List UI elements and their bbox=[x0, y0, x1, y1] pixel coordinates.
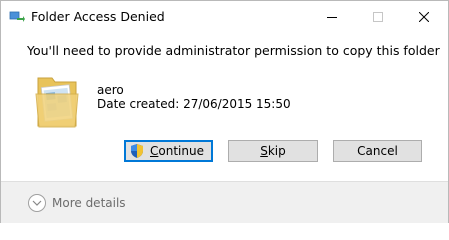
continue-label-rest: ontinue bbox=[158, 144, 204, 158]
dialog-window: Folder Access Denied You'll need to prov… bbox=[0, 0, 449, 223]
dialog-footer: More details bbox=[1, 181, 448, 223]
close-icon bbox=[419, 11, 429, 22]
dialog-heading: You'll need to provide administrator per… bbox=[27, 43, 440, 58]
more-details-circle bbox=[28, 194, 46, 212]
cancel-button[interactable]: Cancel bbox=[333, 140, 422, 162]
minimize-button[interactable] bbox=[309, 1, 355, 32]
item-name: aero bbox=[97, 83, 124, 97]
item-date-created: Date created: 27/06/2015 15:50 bbox=[97, 97, 291, 111]
skip-label-rest: kip bbox=[267, 144, 286, 158]
title-bar[interactable]: Folder Access Denied bbox=[1, 1, 448, 32]
skip-label-underlined: S bbox=[260, 144, 268, 158]
file-copy-icon bbox=[9, 11, 25, 22]
continue-label-underlined: C bbox=[150, 144, 159, 158]
maximize-icon bbox=[373, 11, 383, 22]
chevron-down-icon bbox=[32, 200, 42, 206]
more-details-label: More details bbox=[52, 196, 126, 210]
maximize-button bbox=[355, 1, 401, 32]
minimize-icon bbox=[327, 16, 337, 18]
folder-icon bbox=[35, 77, 79, 128]
more-details-toggle[interactable]: More details bbox=[28, 193, 126, 213]
window-title: Folder Access Denied bbox=[31, 9, 165, 24]
skip-button[interactable]: Skip bbox=[228, 140, 318, 162]
uac-shield-icon bbox=[131, 144, 143, 158]
cancel-label: Cancel bbox=[357, 144, 398, 158]
close-button[interactable] bbox=[401, 1, 447, 32]
continue-button[interactable]: Continue bbox=[124, 140, 213, 162]
